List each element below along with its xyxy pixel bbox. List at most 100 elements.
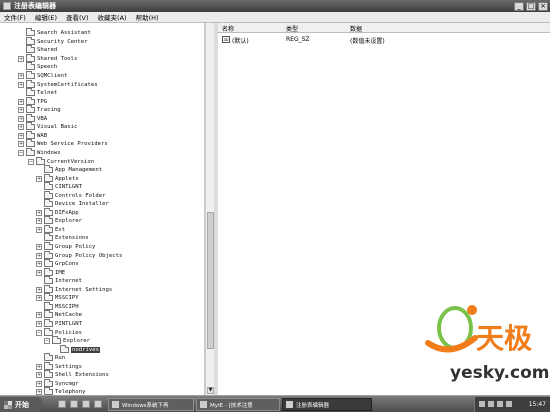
scroll-down-arrow-icon[interactable]: ▼ (207, 387, 214, 394)
expand-icon[interactable]: + (18, 73, 24, 79)
tree-node[interactable]: Internet (36, 276, 82, 286)
folder-icon (26, 53, 35, 62)
expand-icon[interactable]: + (18, 98, 24, 105)
folder-icon (26, 96, 35, 105)
expand-icon[interactable]: + (36, 261, 42, 268)
folder-icon (26, 88, 35, 97)
tray-app-icon[interactable] (497, 401, 503, 407)
tree-node[interactable]: Telnet (18, 88, 57, 98)
folder-icon (36, 156, 45, 165)
minimize-button[interactable]: _ (514, 1, 524, 11)
desktop-icon[interactable] (58, 400, 66, 408)
collapse-icon[interactable]: − (44, 338, 50, 345)
network-icon[interactable] (479, 401, 485, 407)
maximize-button[interactable]: □ (526, 1, 536, 11)
expand-icon[interactable]: + (36, 244, 42, 250)
folder-icon[interactable] (94, 400, 102, 408)
tree-node[interactable]: + TPG (18, 96, 48, 106)
expand-icon[interactable]: + (18, 124, 24, 131)
tree-node[interactable]: + WAB (18, 130, 47, 141)
expand-icon[interactable]: + (36, 320, 42, 327)
folder-icon (44, 267, 53, 276)
tree-node[interactable]: Shared (18, 45, 57, 55)
tree-node[interactable]: − CurrentVersion (28, 156, 94, 166)
tree-scrollbar[interactable]: ▼ (205, 23, 214, 395)
column-header-type[interactable]: 类型 (286, 24, 298, 33)
folder-icon (44, 284, 53, 293)
tree-node-label: TPG (37, 98, 48, 105)
taskbar-button-windows[interactable]: Windows系统下再 (108, 398, 194, 411)
volume-icon[interactable] (488, 401, 494, 407)
tree-node-label: VBA (37, 115, 48, 122)
collapse-icon[interactable]: − (28, 158, 34, 165)
expand-icon[interactable]: + (36, 209, 42, 216)
tree-node[interactable]: + Applets (36, 173, 79, 183)
expand-icon[interactable]: + (18, 115, 24, 122)
tree-node[interactable]: MSSCIPH (36, 301, 79, 312)
expand-icon[interactable]: + (36, 175, 42, 182)
tray-security-icon[interactable] (506, 401, 512, 407)
column-header-name[interactable]: 名称 (222, 24, 234, 33)
menu-help[interactable]: 帮助(H) (136, 12, 159, 22)
expand-icon[interactable]: + (18, 55, 24, 62)
tree-node[interactable]: + Ext (36, 224, 65, 235)
expand-icon[interactable]: + (18, 81, 24, 88)
taskbar-button-myie[interactable]: MyIE - [技术注意 (196, 398, 280, 411)
expand-icon[interactable]: + (36, 380, 42, 387)
expand-icon[interactable]: + (36, 312, 42, 319)
expand-icon[interactable]: + (36, 226, 42, 233)
tree-node[interactable]: + Telephony (36, 387, 85, 395)
tree-node[interactable]: nodrives (52, 344, 100, 354)
expand-icon[interactable]: + (36, 363, 42, 370)
expand-icon[interactable]: + (36, 286, 42, 293)
expand-icon[interactable]: + (18, 132, 24, 139)
tree-spacer (36, 201, 42, 208)
expand-icon[interactable]: + (36, 295, 42, 302)
menu-favorites[interactable]: 收藏夹(A) (98, 12, 127, 22)
menu-view[interactable]: 查看(V) (66, 12, 89, 22)
folder-icon (44, 207, 53, 216)
collapse-icon[interactable]: − (18, 149, 24, 156)
media-icon[interactable] (82, 400, 90, 408)
tree-node[interactable]: + MSSCIPY (36, 293, 79, 303)
tree-node-label: Web Service Providers (37, 141, 108, 148)
tree-node-label: SQMClient (37, 73, 68, 79)
tree-node[interactable]: − Policies (36, 327, 82, 337)
tree-node[interactable]: + Settings (36, 361, 82, 371)
tree-scrollbar-thumb[interactable] (207, 212, 214, 349)
tree-node[interactable]: + GrpConv (36, 259, 79, 269)
expand-icon[interactable]: + (36, 269, 42, 276)
tree-node[interactable]: Speech (18, 62, 57, 72)
tree-node[interactable]: + Tracing (18, 105, 61, 115)
tree-node[interactable]: + PINTLGNT (36, 318, 82, 329)
tree-node[interactable]: + Explorer (36, 216, 82, 226)
taskbar-button-regedit[interactable]: 注册表编辑器 (282, 398, 372, 411)
expand-icon[interactable]: + (18, 141, 24, 148)
tree-node[interactable]: + Syncmgr (36, 378, 79, 389)
tree-node[interactable]: + NetCache (36, 310, 82, 320)
start-button[interactable]: 开始 (0, 397, 43, 412)
tree-node[interactable]: + IME (36, 267, 65, 277)
tree-node[interactable]: − Explorer (44, 336, 90, 346)
menu-file[interactable]: 文件(F) (4, 12, 26, 22)
value-row[interactable]: ab (默认) REG_SZ (数值未设置) (218, 35, 550, 45)
menu-edit[interactable]: 编辑(E) (35, 12, 57, 22)
tree-node-label: Explorer (55, 218, 82, 225)
expand-icon[interactable]: + (36, 372, 42, 379)
expand-icon[interactable]: + (36, 218, 42, 225)
close-button[interactable]: × (538, 1, 548, 11)
browser-icon[interactable] (70, 400, 78, 408)
menu-bar: 文件(F) 编辑(E) 查看(V) 收藏夹(A) 帮助(H) (0, 12, 550, 23)
collapse-icon[interactable]: − (36, 329, 42, 336)
task-label: MyIE - [技术注意 (210, 402, 253, 409)
expand-icon[interactable]: + (18, 107, 24, 114)
tree-node[interactable]: + DIFxApp (36, 207, 79, 218)
tree-node[interactable]: CINTLGNT (36, 182, 82, 192)
folder-icon (44, 293, 53, 302)
tree-node[interactable]: Run (36, 353, 65, 363)
registry-key-tree[interactable]: Search Assistant Security Center Shared + Sh… (0, 23, 205, 395)
tree-spacer (18, 90, 24, 97)
tree-node[interactable]: + VBA (18, 113, 48, 124)
column-header-data[interactable]: 数据 (350, 24, 362, 33)
expand-icon[interactable]: + (36, 252, 42, 259)
